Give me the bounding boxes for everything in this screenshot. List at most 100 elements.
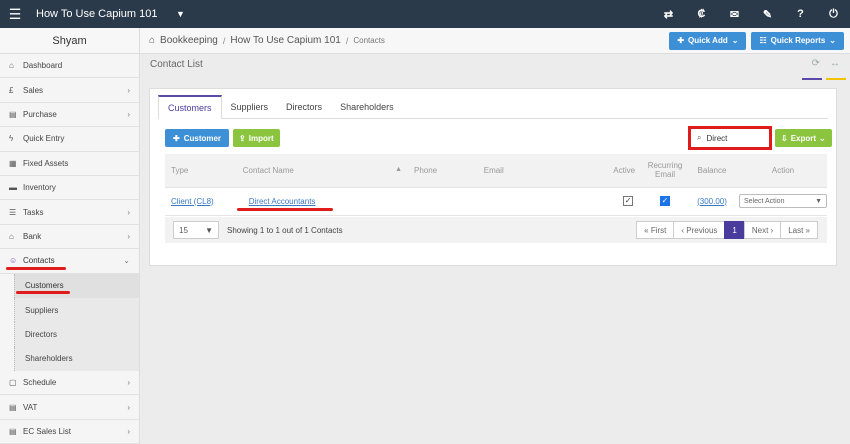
annotation-underline-customers — [16, 291, 70, 294]
recurring-email-checkbox[interactable]: ✓ — [660, 196, 671, 206]
help-icon[interactable]: ? — [784, 8, 817, 21]
sidebar-item-label: Schedule — [23, 378, 57, 388]
bolt-icon: ϟ — [9, 134, 14, 144]
column-header-balance[interactable]: Balance — [685, 154, 733, 188]
building-icon: ▦ — [9, 158, 17, 168]
balance-cell: (300.00) — [685, 187, 733, 216]
sidebar-subitem-suppliers[interactable]: Suppliers — [14, 297, 139, 323]
tab-directors[interactable]: Directors — [277, 95, 331, 118]
tab-suppliers[interactable]: Suppliers — [222, 95, 278, 118]
previous-page-button[interactable]: ‹ Previous — [673, 221, 726, 239]
breadcrumb-separator: / — [345, 35, 349, 46]
first-page-button[interactable]: « First — [636, 221, 675, 239]
contact-list-panel: Customers Suppliers Directors Shareholde… — [149, 88, 837, 266]
currency-icon[interactable]: ₡ — [685, 8, 718, 21]
bank-icon: ⌂ — [9, 231, 14, 241]
sidebar-item-tasks[interactable]: ☰ Tasks › — [0, 200, 139, 225]
title-tools: ⟳ ↔ — [812, 58, 840, 69]
search-icon: ⌕ — [697, 133, 702, 142]
column-header-recurring-email[interactable]: Recurring Email — [639, 154, 686, 188]
sidebar-item-bank[interactable]: ⌂ Bank › — [0, 225, 139, 250]
chevron-down-icon: ⌄ — [731, 36, 739, 45]
sidebar-item-label: Tasks — [23, 207, 44, 217]
user-name: Shyam — [0, 28, 139, 54]
sidebar-item-dashboard[interactable]: ⌂ Dashboard — [0, 54, 139, 79]
invoice-icon: ▤ — [9, 109, 17, 119]
phone-cell — [408, 187, 478, 216]
megaphone-icon[interactable]: ✉ — [718, 8, 751, 21]
sidebar-item-vat[interactable]: ▤ VAT › — [0, 395, 139, 420]
sidebar-subitem-customers[interactable]: Customers — [14, 273, 139, 298]
home-icon[interactable]: ⌂ — [149, 35, 155, 46]
column-header-phone[interactable]: Phone — [408, 154, 478, 188]
tag-icon[interactable]: ✎ — [751, 8, 784, 21]
pound-icon: £ — [9, 85, 14, 95]
company-name[interactable]: How To Use Capium 101 — [36, 8, 176, 20]
showing-text: Showing 1 to 1 out of 1 Contacts — [227, 225, 343, 235]
chevron-right-icon: › — [127, 207, 130, 217]
sidebar-item-ec-sales-list[interactable]: ▤ EC Sales List › — [0, 420, 139, 444]
chevron-right-icon: › — [127, 85, 130, 95]
column-header-active[interactable]: Active — [597, 154, 640, 188]
quick-add-button[interactable]: ✚ Quick Add ⌄ — [669, 31, 747, 50]
chevron-right-icon: › — [127, 402, 130, 412]
select-action-dropdown[interactable]: Select Action ▼ — [739, 194, 827, 208]
active-checkbox[interactable]: ✓ — [623, 196, 634, 206]
sidebar-item-inventory[interactable]: ▬ Inventory — [0, 176, 139, 201]
chevron-down-icon[interactable]: ▼ — [176, 9, 185, 19]
column-header-email[interactable]: Email — [477, 154, 598, 188]
refresh-underline — [802, 78, 822, 80]
sidebar-item-sales[interactable]: £ Sales › — [0, 78, 139, 103]
quick-add-label: Quick Add — [688, 36, 728, 45]
tab-customers[interactable]: Customers — [158, 95, 222, 119]
column-header-action: Action — [733, 154, 827, 188]
list-icon: ▤ — [9, 427, 17, 437]
sidebar-item-purchase[interactable]: ▤ Purchase › — [0, 103, 139, 128]
column-header-contact-name[interactable]: Contact Name ▲ — [236, 154, 408, 188]
sidebar-item-schedule[interactable]: ▢ Schedule › — [0, 371, 139, 396]
page-size-select[interactable]: 15 ▼ — [173, 221, 219, 239]
next-page-button[interactable]: Next › — [743, 221, 782, 239]
quick-reports-button[interactable]: ☷ Quick Reports ⌄ — [751, 31, 844, 50]
breadcrumb-separator: / — [222, 35, 226, 46]
import-button[interactable]: ⇪ Import — [233, 129, 280, 147]
truck-icon: ▬ — [9, 183, 17, 193]
contact-name-header-label: Contact Name — [242, 165, 294, 175]
column-header-type[interactable]: Type — [165, 154, 237, 188]
export-button[interactable]: ⇩ Export ⌄ — [775, 129, 832, 147]
type-cell[interactable]: Client (CL8) — [165, 187, 237, 216]
email-cell — [477, 187, 598, 216]
page-1-button[interactable]: 1 — [724, 221, 745, 239]
breadcrumb-company[interactable]: How To Use Capium 101 — [230, 35, 340, 46]
refresh-icon[interactable]: ⟳ — [812, 58, 820, 69]
last-page-button[interactable]: Last » — [780, 221, 818, 239]
contact-name-link[interactable]: Direct Accountants — [249, 197, 316, 206]
recurring-email-cell: ✓ — [639, 187, 686, 216]
expand-icon[interactable]: ↔ — [830, 58, 840, 69]
add-customer-button[interactable]: ✚ Customer — [165, 129, 230, 147]
upload-icon: ⇪ — [239, 133, 246, 143]
import-label: Import — [248, 133, 274, 143]
menu-icon[interactable]: ☰ — [0, 6, 30, 23]
transfer-icon[interactable]: ⇄ — [652, 8, 685, 21]
download-icon: ⇩ — [781, 133, 788, 143]
sidebar-item-label: Purchase — [23, 109, 57, 119]
sort-asc-icon: ▲ — [395, 165, 402, 173]
search-input[interactable]: ⌕ Direct — [688, 126, 772, 150]
sidebar-subitem-shareholders[interactable]: Shareholders — [14, 346, 139, 372]
chevron-right-icon: › — [127, 231, 130, 241]
tab-shareholders[interactable]: Shareholders — [331, 95, 403, 118]
sidebar-item-quick-entry[interactable]: ϟ Quick Entry — [0, 127, 139, 152]
sidebar-item-fixed-assets[interactable]: ▦ Fixed Assets — [0, 152, 139, 176]
type-link[interactable]: Client (CL8) — [171, 197, 214, 206]
sidebar-item-label: Fixed Assets — [23, 158, 69, 168]
breadcrumb: ⌂ Bookkeeping / How To Use Capium 101 / … — [140, 28, 850, 54]
table-actions: ✚ Customer ⇪ Import — [165, 129, 280, 147]
sidebar-subitem-directors[interactable]: Directors — [14, 322, 139, 347]
sidebar-item-label: Bank — [23, 231, 42, 241]
power-icon[interactable]: ⏻ — [817, 8, 850, 21]
sidebar-item-label: Sales — [23, 85, 44, 95]
breadcrumb-bookkeeping[interactable]: Bookkeeping — [160, 35, 218, 46]
balance-link[interactable]: (300.00) — [697, 197, 727, 206]
chevron-right-icon: › — [127, 378, 130, 388]
